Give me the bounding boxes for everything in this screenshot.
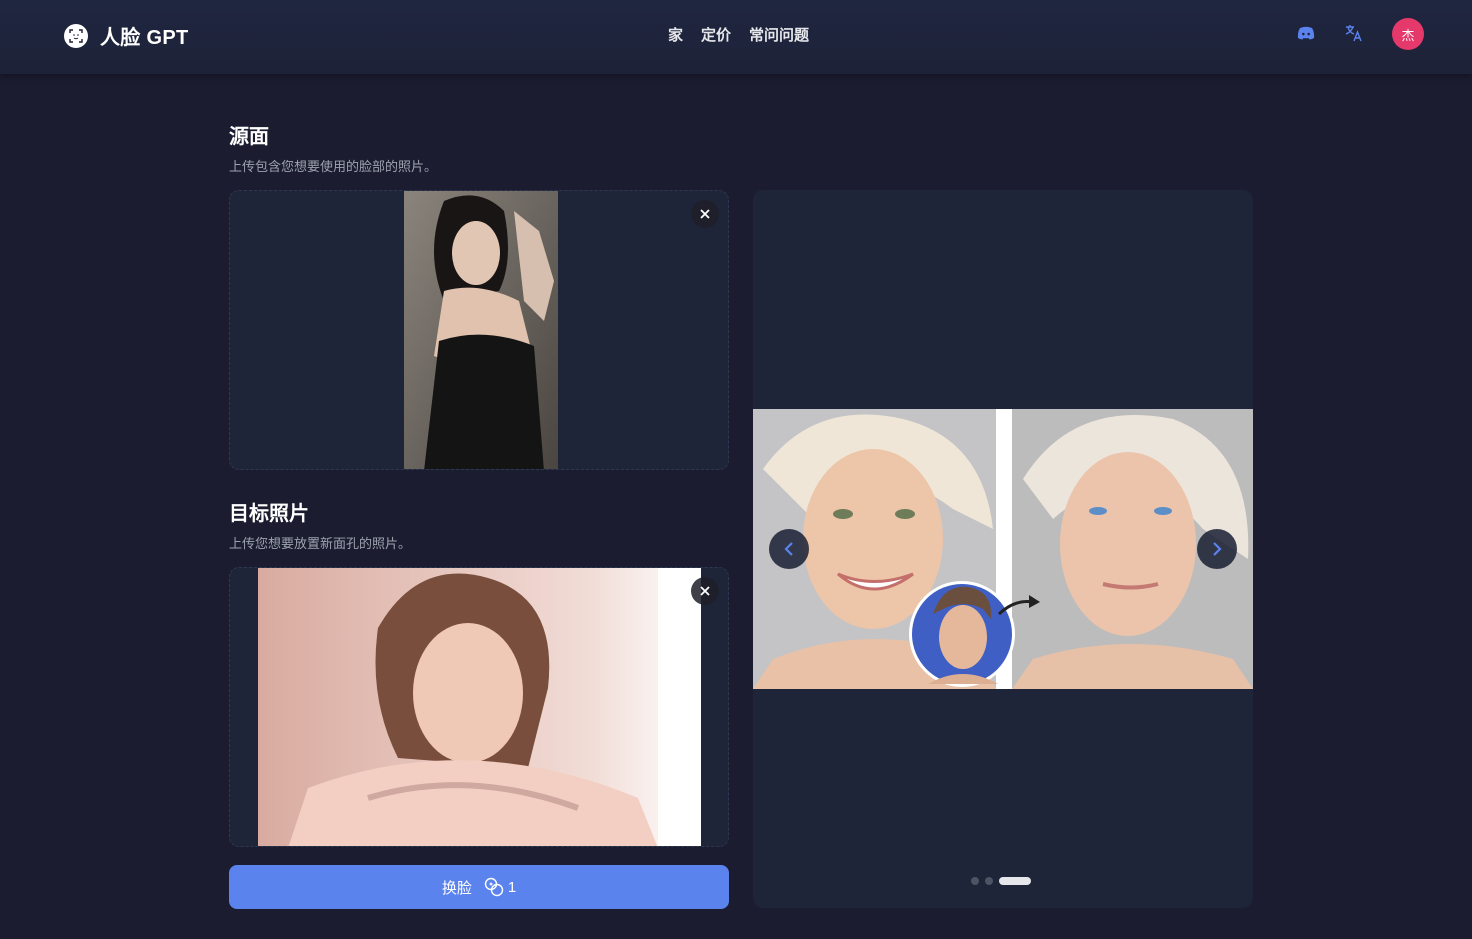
source-remove-button[interactable] [691, 200, 719, 228]
discord-icon[interactable] [1296, 23, 1316, 43]
carousel-dot-1[interactable] [971, 877, 979, 885]
source-title: 源面 [229, 126, 269, 148]
translate-icon[interactable] [1344, 23, 1364, 43]
chevron-left-icon [784, 542, 793, 556]
target-title: 目标照片 [229, 503, 309, 525]
credit-cost: 1 [484, 877, 516, 897]
nav-home[interactable]: 家 [668, 24, 683, 45]
target-upload-dropzone[interactable] [229, 567, 729, 847]
brand-name: 人脸 GPT [100, 27, 189, 49]
swap-face-button[interactable]: 换脸 1 [229, 865, 729, 909]
target-description: 上传您想要放置新面孔的照片。 [229, 536, 412, 551]
nav-faq[interactable]: 常问问题 [749, 24, 809, 45]
face-scan-icon [64, 23, 88, 48]
carousel-dot-3[interactable] [999, 877, 1031, 885]
close-icon [700, 209, 710, 219]
nav-pricing[interactable]: 定价 [701, 24, 731, 45]
target-photo [258, 568, 701, 846]
chevron-right-icon [1213, 542, 1222, 556]
user-avatar[interactable]: 杰 [1392, 18, 1424, 50]
source-photo [404, 191, 558, 469]
carousel-prev-button[interactable] [769, 529, 809, 569]
swap-face-label: 换脸 [441, 879, 472, 897]
carousel-indicators [971, 877, 1031, 885]
carousel-next-button[interactable] [1197, 529, 1237, 569]
source-upload-dropzone[interactable] [229, 190, 729, 470]
coins-icon [484, 877, 504, 897]
source-description: 上传包含您想要使用的脸部的照片。 [229, 159, 438, 174]
close-icon [700, 586, 710, 596]
target-remove-button[interactable] [691, 577, 719, 605]
brand-logo[interactable]: 人脸 GPT [64, 21, 188, 50]
top-navbar: 人脸 GPT 家 定价 常问问题 杰 [0, 0, 1472, 74]
carousel-dot-2[interactable] [985, 877, 993, 885]
carousel-slide-image [753, 409, 1253, 689]
example-carousel [753, 190, 1253, 908]
credit-count: 1 [507, 878, 517, 896]
main-nav: 家 定价 常问问题 [668, 24, 809, 45]
